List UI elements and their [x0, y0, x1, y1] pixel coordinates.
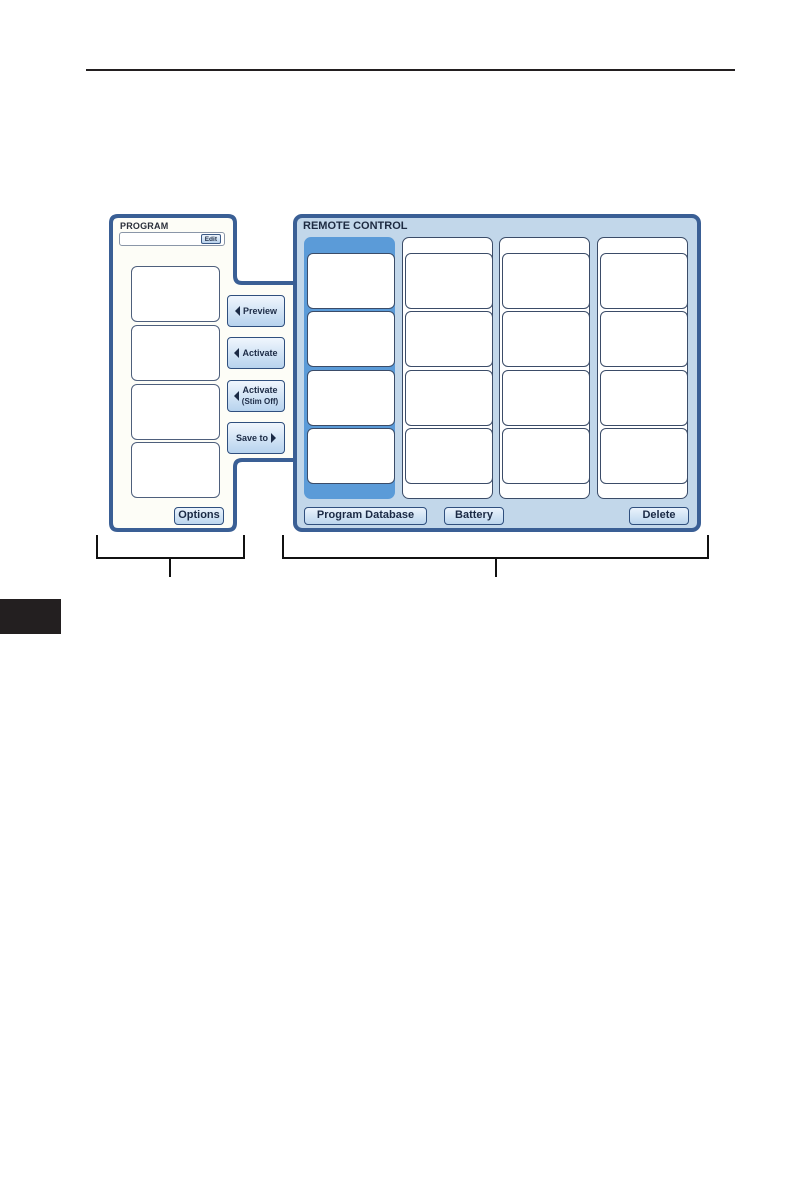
program-slot-2[interactable]: [131, 325, 220, 381]
remote-slot[interactable]: [502, 428, 590, 484]
remote-column-3[interactable]: [499, 237, 590, 499]
remote-slot[interactable]: [502, 253, 590, 309]
arrow-left-icon: [233, 391, 239, 401]
remote-slot[interactable]: [405, 253, 493, 309]
remote-column-2[interactable]: [402, 237, 493, 499]
save-to-label: Save to: [235, 433, 268, 443]
activate-stim-off-button[interactable]: Activate (Stim Off): [227, 380, 285, 412]
remote-slot[interactable]: [307, 253, 395, 309]
program-database-button[interactable]: Program Database: [304, 507, 427, 525]
remote-slot[interactable]: [600, 253, 688, 309]
remote-slot[interactable]: [307, 311, 395, 367]
edit-button[interactable]: Edit: [200, 234, 221, 244]
arrow-right-icon: [271, 433, 276, 443]
remote-slot[interactable]: [405, 428, 493, 484]
program-slot-1[interactable]: [131, 266, 220, 322]
remote-slot[interactable]: [600, 428, 688, 484]
delete-button[interactable]: Delete: [629, 507, 689, 525]
arrow-left-icon: [234, 306, 240, 316]
program-name-field[interactable]: Edit: [119, 232, 225, 246]
remote-slot[interactable]: [405, 311, 493, 367]
preview-button[interactable]: Preview: [227, 295, 285, 327]
remote-control-title: REMOTE CONTROL: [303, 220, 408, 232]
remote-slot[interactable]: [600, 370, 688, 426]
options-button[interactable]: Options: [174, 507, 224, 525]
remote-slot[interactable]: [307, 370, 395, 426]
remote-column-4[interactable]: [597, 237, 688, 499]
remote-slot[interactable]: [307, 428, 395, 484]
activate-label: Activate: [242, 348, 278, 358]
stim-off-sublabel: (Stim Off): [241, 397, 279, 406]
preview-label: Preview: [242, 306, 278, 316]
activate-stim-off-label: Activate: [242, 385, 278, 395]
save-to-button[interactable]: Save to: [227, 422, 285, 454]
chapter-tab-marker: [0, 599, 61, 634]
header-rule: [86, 69, 735, 71]
remote-slot[interactable]: [502, 370, 590, 426]
activate-button[interactable]: Activate: [227, 337, 285, 369]
remote-slot[interactable]: [502, 311, 590, 367]
arrow-left-icon: [234, 348, 240, 358]
remote-slot[interactable]: [405, 370, 493, 426]
program-slot-4[interactable]: [131, 442, 220, 498]
battery-button[interactable]: Battery: [444, 507, 504, 525]
remote-column-1[interactable]: [304, 237, 395, 499]
program-title: PROGRAM: [120, 221, 169, 231]
program-slot-3[interactable]: [131, 384, 220, 440]
remote-slot[interactable]: [600, 311, 688, 367]
